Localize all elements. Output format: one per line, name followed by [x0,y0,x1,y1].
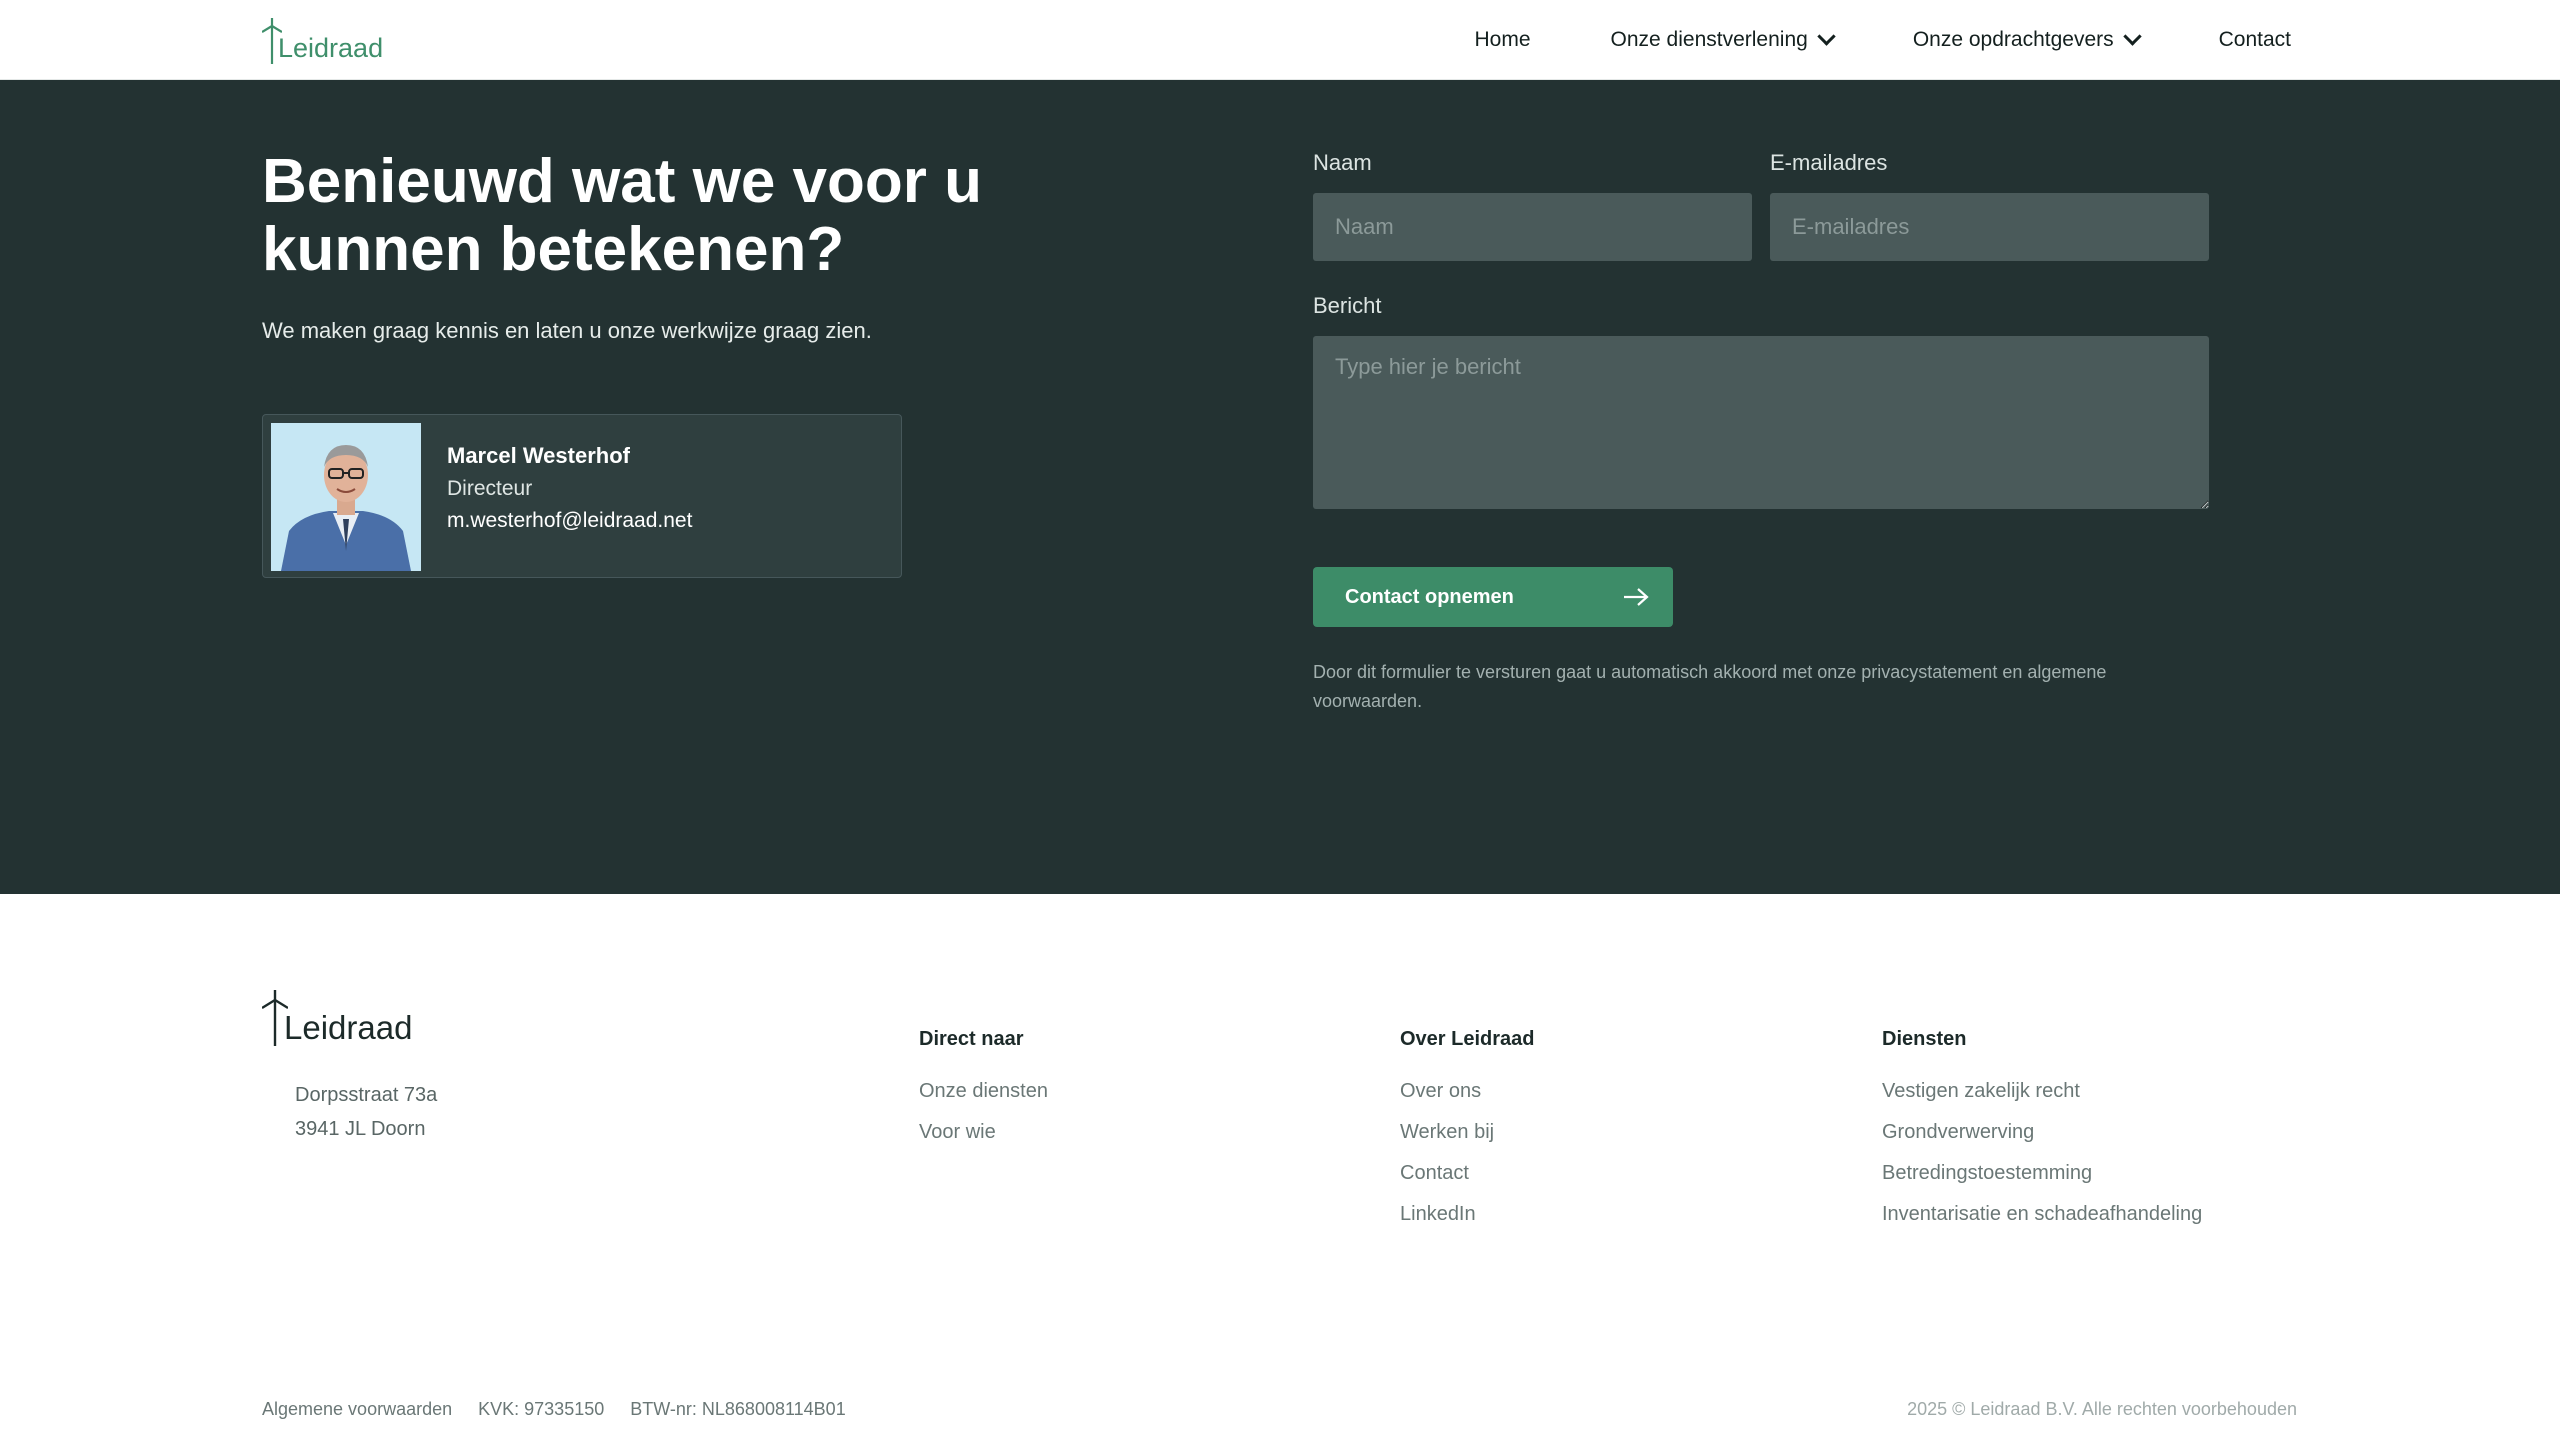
footer-link[interactable]: Grondverwerving [1882,1112,2202,1153]
person-email-link[interactable]: m.westerhof@leidraad.net [447,509,692,533]
footer-column-title: Direct naar [919,1028,1024,1050]
footer-link[interactable]: Onze diensten [919,1071,1048,1112]
name-label: Naam [1313,150,1372,175]
terms-link[interactable]: Algemene voorwaarden [262,1399,452,1420]
header-logo[interactable]: Leidraad [262,16,383,64]
chevron-down-icon [2122,27,2142,46]
site-footer: Leidraad Dorpsstraat 73a 3941 JL Doorn D… [0,894,2560,1440]
footer-link[interactable]: LinkedIn [1400,1194,1535,1235]
nav-dienstverlening[interactable]: Onze dienstverlening [1610,27,1836,52]
contact-submit-button[interactable]: Contact opnemen [1313,567,1673,627]
form-disclaimer: Door dit formulier te versturen gaat u a… [1313,662,2107,711]
footer-column-diensten: Diensten Vestigen zakelijk recht Grondve… [1882,1028,2202,1235]
name-input[interactable] [1313,193,1752,261]
address-line: 3941 JL Doorn [295,1118,426,1140]
page-subtitle: We maken graag kennis en laten u onze we… [262,318,872,343]
nav-contact[interactable]: Contact [2219,28,2291,52]
email-input[interactable] [1770,193,2209,261]
address-line: Dorpsstraat 73a [295,1084,438,1106]
nav-opdrachtgevers[interactable]: Onze opdrachtgevers [1912,27,2142,52]
nav-label: Onze opdrachtgevers [1912,27,2114,51]
btw-number: BTW-nr: NL868008114B01 [630,1399,846,1419]
nav-label: Home [1474,27,1531,51]
nav-label: Onze dienstverlening [1610,27,1808,51]
site-header: Leidraad Home Onze dienstverlening Onze … [0,0,2560,80]
footer-column-title: Over Leidraad [1400,1028,1535,1050]
footer-link[interactable]: Werken bij [1400,1112,1535,1153]
footer-column-over-leidraad: Over Leidraad Over ons Werken bij Contac… [1400,1028,1535,1235]
logo-text: Leidraad [284,1009,413,1046]
footer-link[interactable]: Betredingstoestemming [1882,1153,2202,1194]
footer-link[interactable]: Over ons [1400,1071,1535,1112]
person-name: Marcel Westerhof [447,443,630,468]
footer-link[interactable]: Voor wie [919,1112,1048,1153]
footer-address: Dorpsstraat 73a 3941 JL Doorn [295,1078,437,1146]
nav-home[interactable]: Home [1475,28,1531,52]
arrow-right-icon [1624,588,1649,606]
wind-turbine-icon [262,990,288,1046]
kvk-number: KVK: 97335150 [478,1399,605,1419]
email-label: E-mailadres [1770,150,1888,175]
footer-logo[interactable]: Leidraad [262,990,412,1046]
footer-link[interactable]: Vestigen zakelijk recht [1882,1071,2202,1112]
person-info: Marcel Westerhof Directeur m.westerhof@l… [447,443,692,533]
wind-turbine-icon [262,18,282,64]
main-nav: Home Onze dienstverlening Onze opdrachtg… [1475,0,2291,79]
submit-label: Contact opnemen [1345,585,1514,608]
person-role: Directeur [447,477,533,500]
page-title: Benieuwd wat we voor u kunnen betekenen? [262,147,982,284]
message-label: Bericht [1313,293,1382,318]
message-textarea[interactable] [1313,336,2209,509]
footer-link[interactable]: Contact [1400,1153,1535,1194]
copyright-text: 2025 © Leidraad B.V. Alle rechten voorbe… [1907,1399,2297,1419]
logo-text: Leidraad [278,33,384,63]
footer-column-direct-naar: Direct naar Onze diensten Voor wie [919,1028,1048,1153]
footer-column-title: Diensten [1882,1028,1967,1050]
footer-link[interactable]: Inventarisatie en schadeafhandeling [1882,1194,2202,1235]
person-photo [271,423,421,571]
contact-section: Benieuwd wat we voor u kunnen betekenen?… [0,80,2560,894]
nav-label: Contact [2218,27,2291,51]
contact-person-card: Marcel Westerhof Directeur m.westerhof@l… [262,414,902,578]
chevron-down-icon [1817,27,1836,46]
